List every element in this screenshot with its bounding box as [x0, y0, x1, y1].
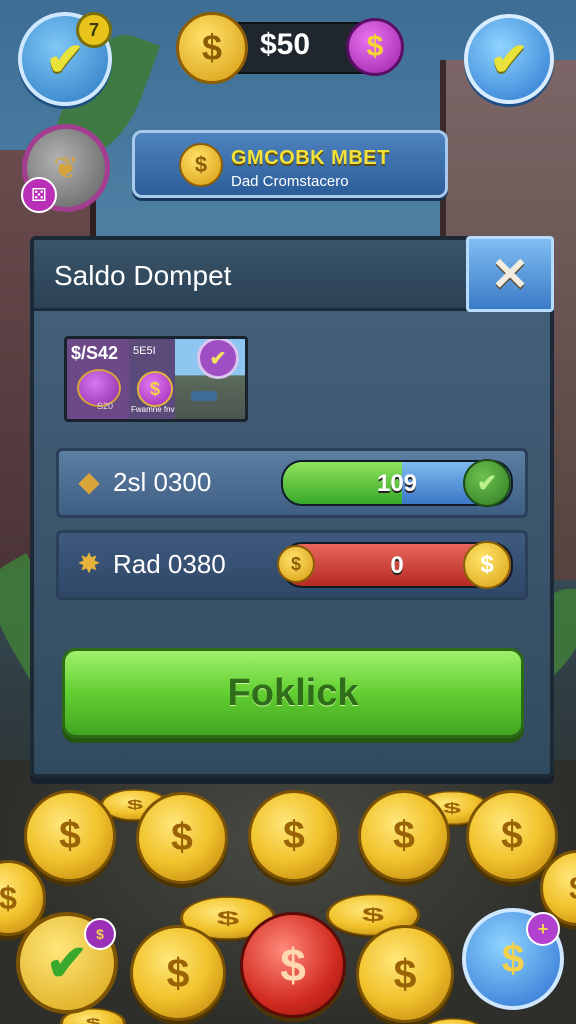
- gold-coin: $: [24, 790, 116, 882]
- card-code: 5E5I: [133, 345, 156, 357]
- row-label: 2sl 0300: [113, 467, 212, 497]
- exchange-button[interactable]: $ +: [462, 908, 564, 1010]
- close-button[interactable]: ✕: [466, 236, 554, 312]
- banner-subtitle: Dad Cromstacero: [231, 173, 349, 190]
- event-banner[interactable]: $ GMCOBK MBET Dad Cromstacero: [132, 130, 448, 198]
- level-badge: 7: [76, 12, 112, 48]
- dollar-coin-icon: $: [176, 12, 248, 84]
- card-small-text: S20: [97, 401, 114, 411]
- gold-coin: $: [248, 790, 340, 882]
- card-amount: $/S42: [71, 343, 119, 363]
- card-check-icon: ✔: [197, 339, 239, 379]
- claim-check-button[interactable]: ✔: [463, 459, 511, 507]
- gold-coin: $: [358, 790, 450, 882]
- mini-coin-icon: $: [84, 918, 116, 950]
- wallet-panel: Saldo Dompet ✕ $/S42 5E5I S20 $ Fwamne f…: [30, 236, 554, 778]
- gold-coin: $: [130, 925, 226, 1021]
- check-icon: ✔: [489, 33, 529, 85]
- gold-coin: $: [136, 792, 228, 884]
- banner-coin-icon: $: [179, 143, 223, 187]
- car-icon: [191, 391, 217, 401]
- red-coin-button[interactable]: $: [240, 912, 346, 1018]
- dice-icon: ⚄: [21, 177, 57, 213]
- balance-row-2: ✸ Rad 0380 0 $ $: [56, 530, 528, 600]
- panel-title: Saldo Dompet: [54, 260, 232, 291]
- balance-row-1: ◆ 2sl 0300 109 ✔: [56, 448, 528, 518]
- game-scene: ✔ 7 $ $50 $ ✔ ❦ ⚄ $ GMCOBK MBET Dad Crom…: [0, 0, 576, 1024]
- gold-coin-button[interactable]: $: [463, 541, 511, 589]
- confirm-button[interactable]: ✔: [464, 14, 554, 104]
- coin-icon: $: [277, 545, 315, 583]
- money-balance: $50: [259, 28, 311, 61]
- row-label: Rad 0380: [113, 549, 226, 579]
- gold-coin: $: [356, 925, 454, 1023]
- food-item-button[interactable]: ❦ ⚄: [21, 124, 110, 213]
- gem-icon: ◆: [78, 465, 100, 497]
- check-icon: ✔: [46, 935, 88, 991]
- bottom-check-button[interactable]: ✔ $: [16, 912, 118, 1014]
- card-coin-icon: $: [137, 371, 173, 407]
- sparkle-icon: ✸: [77, 547, 101, 579]
- action-button-label: Foklick: [227, 671, 359, 714]
- exchange-dollar-icon: $: [501, 936, 525, 981]
- leaf-food-icon: ❦: [53, 151, 79, 185]
- banner-title: GMCOBK MBET: [231, 147, 390, 169]
- plus-icon: +: [526, 912, 560, 946]
- action-button[interactable]: Foklick: [62, 648, 524, 738]
- card-caption: Fwamne fnv: [131, 405, 175, 414]
- add-money-button[interactable]: $: [346, 18, 404, 76]
- player-avatar-button[interactable]: ✔ 7: [18, 12, 112, 106]
- wallet-card[interactable]: $/S42 5E5I S20 $ Fwamne fnv ✔: [64, 336, 248, 422]
